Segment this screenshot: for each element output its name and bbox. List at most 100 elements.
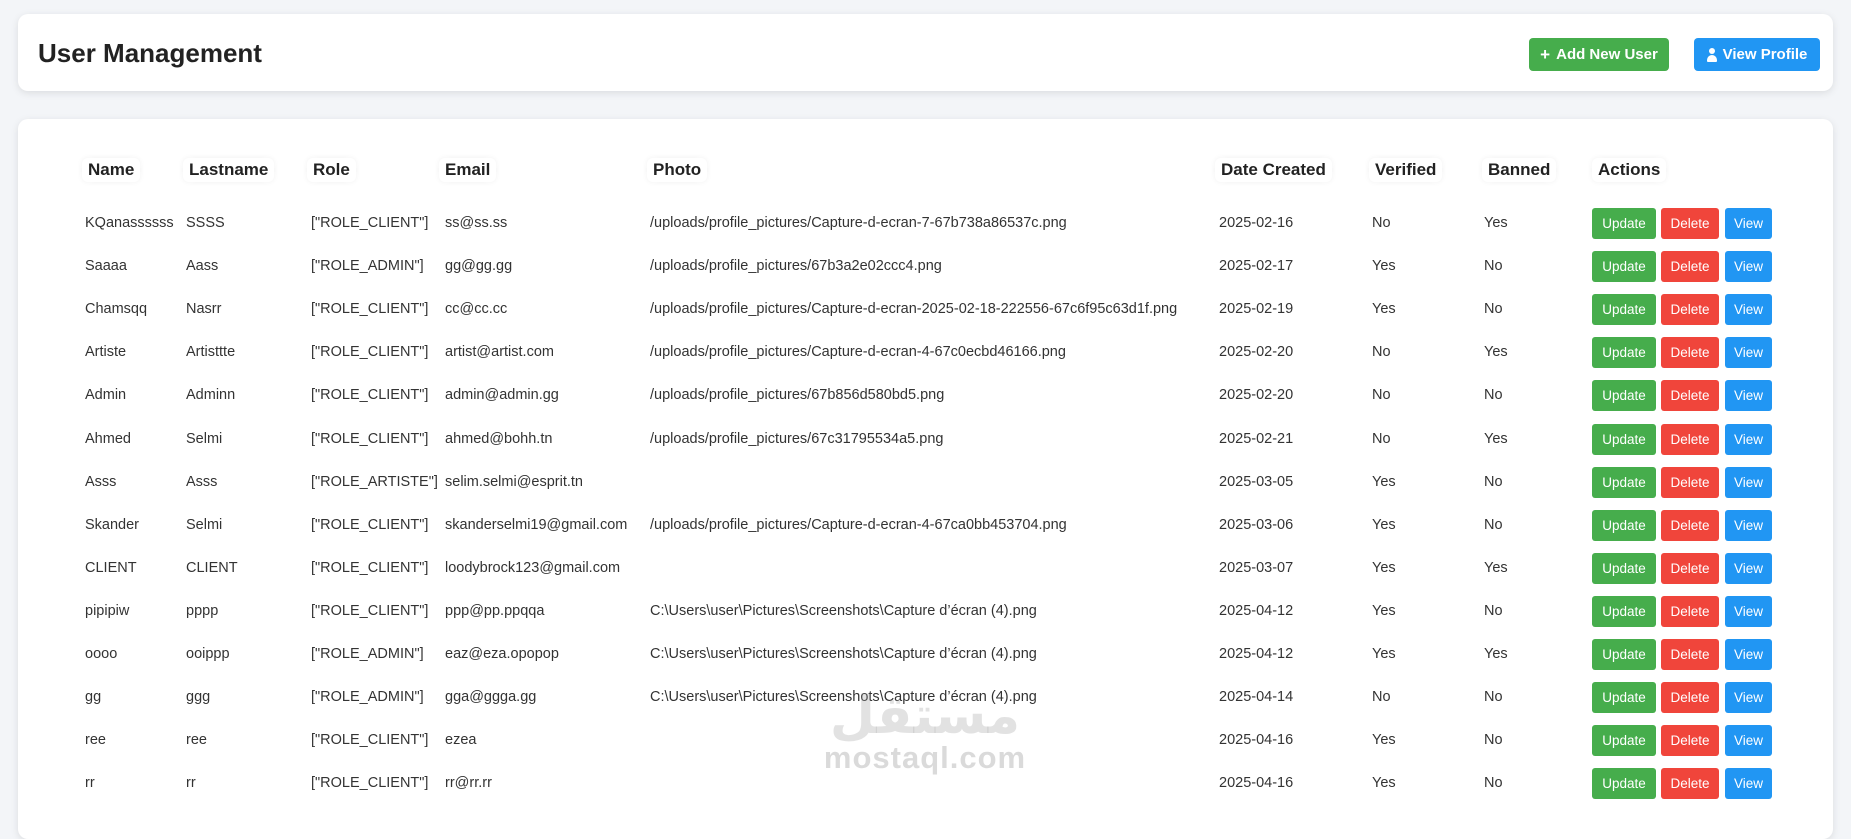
cell-name: Admin — [85, 387, 127, 403]
update-button[interactable]: Update — [1592, 467, 1656, 498]
cell-email: ss@ss.ss — [445, 215, 508, 231]
update-button[interactable]: Update — [1592, 682, 1656, 713]
view-button[interactable]: View — [1725, 380, 1772, 411]
delete-button[interactable]: Delete — [1661, 510, 1719, 541]
view-button[interactable]: View — [1725, 682, 1772, 713]
cell-banned: No — [1484, 603, 1503, 619]
delete-button[interactable]: Delete — [1661, 294, 1719, 325]
cell-role: ["ROLE_ADMIN"] — [311, 646, 424, 662]
col-header-email: Email — [439, 158, 497, 182]
view-button[interactable]: View — [1725, 467, 1772, 498]
cell-email: loodybrock123@gmail.com — [445, 560, 621, 576]
cell-role: ["ROLE_CLIENT"] — [311, 344, 429, 360]
cell-date-created: 2025-02-19 — [1219, 301, 1294, 317]
delete-button[interactable]: Delete — [1661, 596, 1719, 627]
cell-lastname: CLIENT — [186, 560, 238, 576]
col-header-lastname: Lastname — [183, 158, 275, 182]
cell-name: KQanassssss — [85, 215, 174, 231]
delete-button[interactable]: Delete — [1661, 337, 1719, 368]
col-header-actions: Actions — [1592, 158, 1667, 182]
cell-date-created: 2025-04-16 — [1219, 732, 1294, 748]
cell-date-created: 2025-04-16 — [1219, 775, 1294, 791]
delete-button[interactable]: Delete — [1661, 725, 1719, 756]
update-button[interactable]: Update — [1592, 208, 1656, 239]
col-header-verified: Verified — [1369, 158, 1443, 182]
cell-date-created: 2025-02-16 — [1219, 215, 1294, 231]
cell-role: ["ROLE_CLIENT"] — [311, 560, 429, 576]
cell-name: Asss — [85, 474, 117, 490]
col-header-date-created: Date Created — [1215, 158, 1332, 182]
cell-name: Skander — [85, 517, 140, 533]
delete-button[interactable]: Delete — [1661, 553, 1719, 584]
cell-email: admin@admin.gg — [445, 387, 559, 403]
cell-banned: Yes — [1484, 646, 1508, 662]
view-button[interactable]: View — [1725, 294, 1772, 325]
view-button[interactable]: View — [1725, 553, 1772, 584]
cell-date-created: 2025-03-07 — [1219, 560, 1294, 576]
cell-banned: Yes — [1484, 344, 1508, 360]
view-button[interactable]: View — [1725, 510, 1772, 541]
update-button[interactable]: Update — [1592, 424, 1656, 455]
update-button[interactable]: Update — [1592, 510, 1656, 541]
update-button[interactable]: Update — [1592, 725, 1656, 756]
delete-button[interactable]: Delete — [1661, 380, 1719, 411]
cell-lastname: Nasrr — [186, 301, 222, 317]
cell-banned: No — [1484, 517, 1503, 533]
view-button[interactable]: View — [1725, 337, 1772, 368]
update-button[interactable]: Update — [1592, 553, 1656, 584]
col-header-name: Name — [82, 158, 141, 182]
view-profile-button[interactable]: View Profile — [1694, 38, 1820, 71]
cell-verified: No — [1372, 387, 1391, 403]
cell-verified: Yes — [1372, 474, 1396, 490]
cell-email: skanderselmi19@gmail.com — [445, 517, 628, 533]
cell-date-created: 2025-02-20 — [1219, 344, 1294, 360]
cell-name: pipipiw — [85, 603, 130, 619]
cell-email: rr@rr.rr — [445, 775, 492, 791]
cell-banned: No — [1484, 301, 1503, 317]
cell-photo: /uploads/profile_pictures/67b3a2e02ccc4.… — [650, 258, 942, 274]
update-button[interactable]: Update — [1592, 251, 1656, 282]
update-button[interactable]: Update — [1592, 596, 1656, 627]
view-button[interactable]: View — [1725, 251, 1772, 282]
add-user-button[interactable]: + Add New User — [1529, 38, 1669, 71]
cell-photo: C:\Users\user\Pictures\Screenshots\Captu… — [650, 646, 1037, 662]
cell-banned: No — [1484, 689, 1503, 705]
view-button[interactable]: View — [1725, 596, 1772, 627]
delete-button[interactable]: Delete — [1661, 682, 1719, 713]
delete-button[interactable]: Delete — [1661, 208, 1719, 239]
cell-photo: C:\Users\user\Pictures\Screenshots\Captu… — [650, 603, 1037, 619]
cell-verified: No — [1372, 431, 1391, 447]
cell-lastname: rr — [186, 775, 196, 791]
cell-lastname: ree — [186, 732, 207, 748]
view-button[interactable]: View — [1725, 639, 1772, 670]
delete-button[interactable]: Delete — [1661, 768, 1719, 799]
cell-banned: No — [1484, 732, 1503, 748]
update-button[interactable]: Update — [1592, 380, 1656, 411]
view-button[interactable]: View — [1725, 768, 1772, 799]
delete-button[interactable]: Delete — [1661, 251, 1719, 282]
delete-button[interactable]: Delete — [1661, 424, 1719, 455]
view-button[interactable]: View — [1725, 725, 1772, 756]
delete-button[interactable]: Delete — [1661, 639, 1719, 670]
cell-banned: No — [1484, 775, 1503, 791]
cell-lastname: Selmi — [186, 517, 223, 533]
update-button[interactable]: Update — [1592, 639, 1656, 670]
cell-email: ezea — [445, 732, 477, 748]
col-header-photo: Photo — [647, 158, 708, 182]
cell-email: selim.selmi@esprit.tn — [445, 474, 583, 490]
cell-lastname: ggg — [186, 689, 211, 705]
cell-photo: /uploads/profile_pictures/Capture-d-ecra… — [650, 215, 1067, 231]
cell-date-created: 2025-03-06 — [1219, 517, 1294, 533]
cell-name: Saaaa — [85, 258, 127, 274]
cell-verified: No — [1372, 344, 1391, 360]
update-button[interactable]: Update — [1592, 337, 1656, 368]
update-button[interactable]: Update — [1592, 294, 1656, 325]
view-button[interactable]: View — [1725, 208, 1772, 239]
cell-date-created: 2025-04-12 — [1219, 603, 1294, 619]
cell-banned: No — [1484, 387, 1503, 403]
cell-verified: Yes — [1372, 775, 1396, 791]
delete-button[interactable]: Delete — [1661, 467, 1719, 498]
cell-photo: /uploads/profile_pictures/67c31795534a5.… — [650, 431, 944, 447]
update-button[interactable]: Update — [1592, 768, 1656, 799]
view-button[interactable]: View — [1725, 424, 1772, 455]
